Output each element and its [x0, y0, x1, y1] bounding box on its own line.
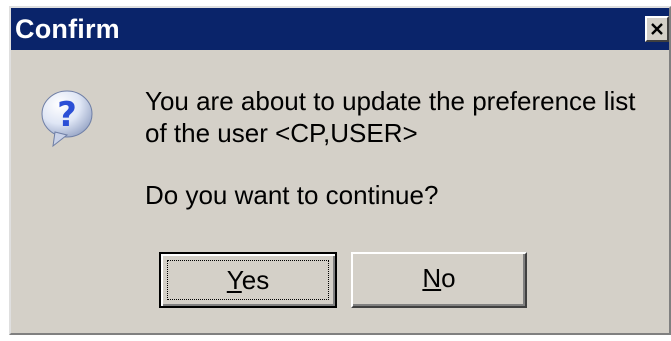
question-mark-icon: ?: [41, 90, 93, 148]
confirm-dialog: Confirm ? You are about to update the pr…: [9, 6, 671, 335]
yes-accelerator: Y: [226, 265, 242, 295]
close-button[interactable]: [645, 16, 669, 42]
message-line-1: You are about to update the preference l…: [145, 86, 636, 116]
title-bar[interactable]: Confirm: [11, 8, 669, 50]
yes-button[interactable]: Yes: [159, 252, 337, 308]
focus-rectangle: Yes: [167, 260, 329, 300]
no-button[interactable]: No: [351, 252, 527, 308]
close-icon: [651, 23, 663, 35]
dialog-title: Confirm: [15, 14, 120, 44]
no-accelerator: N: [422, 263, 442, 293]
svg-text:?: ?: [57, 95, 77, 135]
no-label-rest: o: [441, 263, 456, 293]
message-line-2: of the user <CP,USER>: [145, 118, 418, 148]
question-text: Do you want to continue?: [145, 180, 439, 210]
yes-label-rest: es: [241, 265, 270, 295]
